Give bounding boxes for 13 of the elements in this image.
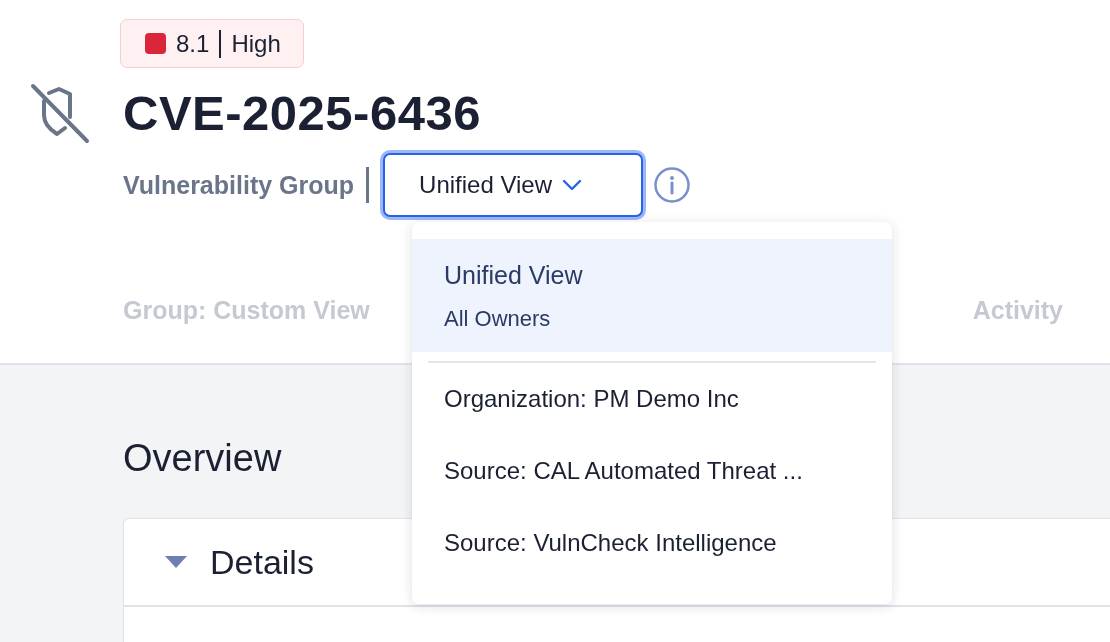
subtitle: Vulnerability Group — [123, 170, 355, 200]
view-select[interactable]: Unified View — [383, 153, 644, 217]
dropdown-option[interactable]: Source: CAL Automated Threat ... — [412, 435, 892, 507]
page-title: CVE-2025-6436 — [123, 85, 481, 141]
info-icon[interactable] — [653, 166, 692, 204]
dropdown-option[interactable]: Organization: PM Demo Inc — [412, 363, 892, 435]
dropdown-option[interactable]: Source: VulnCheck Intelligence — [412, 507, 892, 579]
section-heading: Overview — [123, 436, 282, 481]
dropdown-option[interactable]: Unified View All Owners — [412, 239, 892, 352]
caret-icon — [164, 554, 188, 570]
chevron-down-icon — [562, 179, 582, 191]
severity-score: 8.1 — [176, 29, 210, 58]
severity-label: High — [231, 29, 281, 58]
